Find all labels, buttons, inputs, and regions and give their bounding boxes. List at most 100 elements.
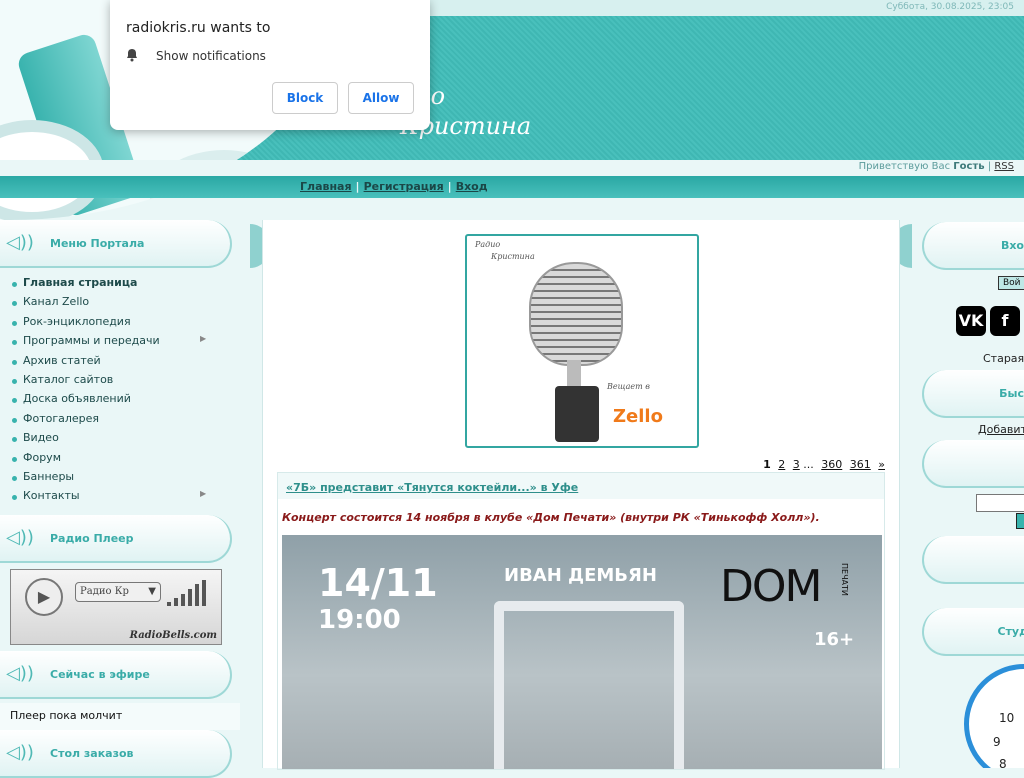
- content-area: Радио Кристина Вещает в Zello 1 2 3 ... …: [262, 220, 900, 770]
- page-link-361[interactable]: 361: [850, 458, 871, 471]
- page-current: 1: [763, 458, 771, 471]
- calendar-header: [922, 536, 1024, 584]
- quick-header: Быс: [922, 370, 1024, 418]
- students-header: Студ: [922, 608, 1024, 656]
- age-rating: 16+: [814, 629, 855, 650]
- menu-item-label: Баннеры: [23, 469, 75, 483]
- login-header: Вхо: [922, 222, 1024, 270]
- welcome-bar: Приветствую Вас Гость | RSS: [0, 160, 1024, 176]
- clock-number: 9: [993, 735, 1001, 749]
- menu-item-articles[interactable]: Архив статей: [0, 354, 240, 373]
- dropdown-arrow-icon: ▼: [148, 585, 156, 597]
- zello-promo-banner[interactable]: Радио Кристина Вещает в Zello: [465, 234, 699, 448]
- notification-permission-popup: radiokris.ru wants to Show notifications…: [110, 0, 430, 130]
- nav-separator: |: [355, 180, 360, 193]
- old-login-link[interactable]: Старая: [983, 352, 1024, 365]
- menu-item-label: Программы и передачи: [23, 334, 160, 348]
- main-column: Радио Кристина Вещает в Zello 1 2 3 ... …: [250, 220, 912, 770]
- menu-item-home[interactable]: Главная страница: [0, 276, 240, 295]
- menu-item-catalog[interactable]: Каталог сайтов: [0, 373, 240, 392]
- speaker-icon: ◁)): [6, 662, 34, 684]
- page-link-2[interactable]: 2: [778, 458, 785, 471]
- menu-item-programs[interactable]: Программы и передачи ▶: [0, 334, 240, 353]
- page-link-360[interactable]: 360: [821, 458, 842, 471]
- welcome-prefix: Приветствую Вас: [858, 161, 951, 172]
- nav-separator: |: [447, 180, 452, 193]
- analog-clock: 11 10 9 8: [964, 664, 1024, 768]
- menu-item-board[interactable]: Доска объявлений: [0, 392, 240, 411]
- speaker-icon: ◁)): [6, 232, 34, 253]
- article-subtitle: Концерт состоится 14 ноября в клубе «Дом…: [282, 511, 820, 524]
- block-button[interactable]: Block: [272, 82, 338, 114]
- radio-player-widget: ▶ Радио Кр ▼ RadioBells.com: [10, 568, 222, 645]
- welcome-separator: |: [987, 161, 992, 172]
- menu-item-video[interactable]: Видео: [0, 431, 240, 450]
- poster-time: 19:00: [318, 605, 401, 635]
- play-button[interactable]: ▶: [25, 577, 63, 616]
- promo-caption-3: Вещает в: [607, 382, 650, 391]
- station-select-value: Радио Кр: [80, 585, 129, 597]
- submenu-arrow-icon: ▶: [200, 334, 207, 344]
- menu-item-label: Видео: [23, 431, 59, 445]
- notification-title: radiokris.ru wants to: [126, 20, 271, 36]
- search-header: [922, 440, 1024, 488]
- welcome-user: Гость: [953, 161, 985, 172]
- menu-item-label: Контакты: [23, 489, 80, 503]
- orders-header: ◁)) Стол заказов: [0, 729, 232, 778]
- search-button[interactable]: [1016, 513, 1024, 529]
- menu-item-gallery[interactable]: Фотогалерея: [0, 412, 240, 431]
- students-title: Студ: [997, 625, 1024, 638]
- search-input[interactable]: [976, 494, 1024, 512]
- submenu-arrow-icon: ▶: [200, 489, 207, 499]
- page-next[interactable]: »: [878, 458, 885, 471]
- bell-icon: [126, 48, 138, 62]
- poster-artist: ИВАН ДЕМЬЯН: [504, 565, 657, 586]
- station-select[interactable]: Радио Кр ▼: [75, 581, 161, 602]
- vk-icon[interactable]: VK: [956, 306, 986, 336]
- menu-item-label: Канал Zello: [23, 295, 90, 309]
- page-link-3[interactable]: 3: [793, 458, 800, 471]
- current-date: Суббота, 30.08.2025, 23:05: [886, 2, 1014, 12]
- left-sidebar: ◁)) Меню Портала Главная страница Канал …: [0, 220, 240, 778]
- add-link[interactable]: Добавит: [978, 423, 1024, 436]
- pagination: 1 2 3 ... 360 361 »: [763, 458, 885, 471]
- quick-title: Быс: [999, 387, 1024, 400]
- menu-item-label: Фотогалерея: [23, 411, 100, 425]
- top-nav-links: Главная | Регистрация | Вход: [300, 180, 488, 193]
- news-article: «7Б» представит «Тянутся коктейли...» в …: [277, 472, 885, 770]
- menu-item-rock-encyclopedia[interactable]: Рок-энциклопедия: [0, 315, 240, 334]
- notification-message: Show notifications: [156, 49, 266, 63]
- menu-item-banners[interactable]: Баннеры: [0, 470, 240, 489]
- article-title-bar: «7Б» представит «Тянутся коктейли...» в …: [278, 473, 884, 499]
- menu-item-contacts[interactable]: Контакты ▶: [0, 489, 240, 508]
- promo-caption-2: Кристина: [491, 252, 535, 261]
- rss-link[interactable]: RSS: [994, 161, 1014, 172]
- poster-date: 14/11: [318, 561, 438, 605]
- menu-item-forum[interactable]: Форум: [0, 451, 240, 470]
- nav-register[interactable]: Регистрация: [364, 180, 444, 193]
- menu-item-label: Форум: [23, 450, 61, 464]
- radiobells-brand[interactable]: RadioBells.com: [130, 630, 217, 641]
- nav-login[interactable]: Вход: [456, 180, 488, 193]
- menu-item-label: Каталог сайтов: [23, 372, 114, 386]
- speaker-icon: ◁)): [6, 526, 34, 548]
- radio-player-title: Радио Плеер: [50, 531, 134, 545]
- venue-logo: DOM: [720, 561, 822, 612]
- allow-button[interactable]: Allow: [348, 82, 414, 114]
- facebook-icon[interactable]: f: [990, 306, 1020, 336]
- 7b-logo: [494, 601, 684, 769]
- menu-item-label: Рок-энциклопедия: [23, 314, 131, 328]
- article-title[interactable]: «7Б» представит «Тянутся коктейли...» в …: [286, 481, 578, 494]
- volume-bars[interactable]: [167, 578, 209, 606]
- orders-title: Стол заказов: [50, 746, 134, 760]
- page-ellipsis: ...: [803, 458, 814, 471]
- microphone-base: [555, 386, 599, 442]
- concert-poster: 14/11 19:00 ИВАН ДЕМЬЯН DOM ПЕЧАТИ 16+: [282, 535, 882, 769]
- menu-item-zello[interactable]: Канал Zello: [0, 295, 240, 314]
- promo-caption-1: Радио: [475, 240, 501, 249]
- clock-number: 8: [999, 757, 1007, 768]
- nav-home[interactable]: Главная: [300, 180, 352, 193]
- portal-menu-header: ◁)) Меню Портала: [0, 220, 232, 268]
- portal-menu: Главная страница Канал Zello Рок-энцикло…: [0, 272, 240, 515]
- login-button[interactable]: Вой: [998, 276, 1024, 290]
